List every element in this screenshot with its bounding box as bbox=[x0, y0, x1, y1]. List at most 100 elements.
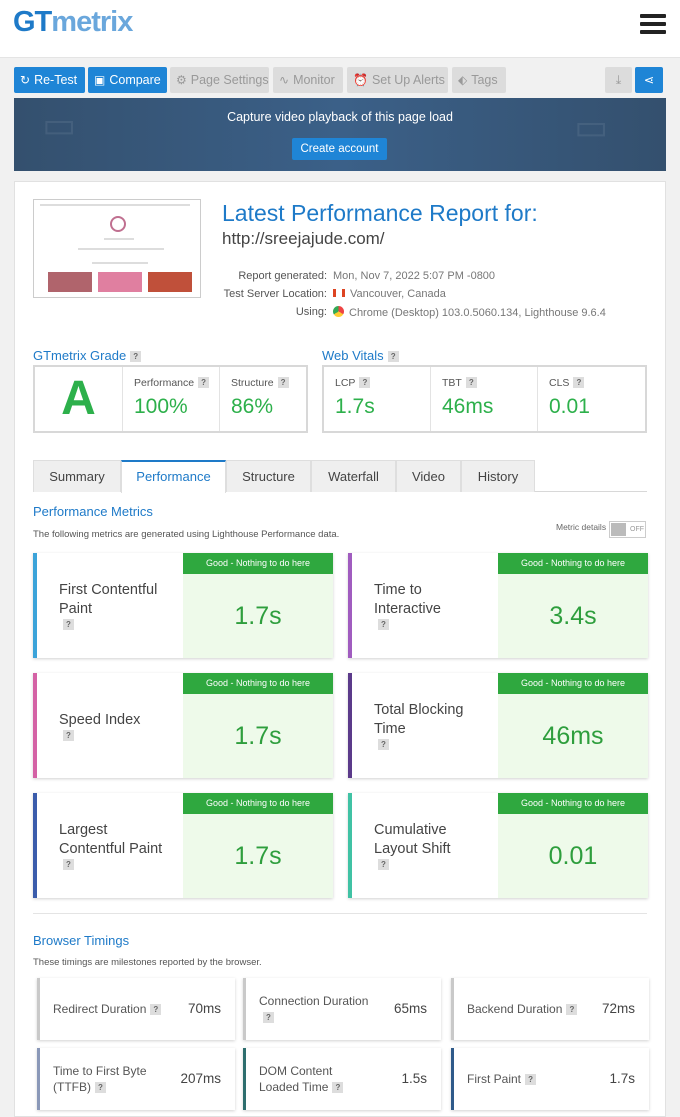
server-location-label: Test Server Location: bbox=[223, 288, 327, 300]
logo-metrix: metrix bbox=[51, 6, 133, 38]
browser-timings-heading: Browser Timings bbox=[33, 933, 130, 948]
help-icon[interactable]: ? bbox=[332, 1082, 344, 1093]
set-up-alerts-button[interactable]: ⏰ Set Up Alerts bbox=[347, 67, 448, 93]
timing-card: Backend Duration? 72ms bbox=[451, 978, 649, 1040]
timing-name: Backend Duration? bbox=[467, 978, 585, 1040]
structure-value: 86% bbox=[231, 395, 274, 418]
help-icon[interactable]: ? bbox=[198, 377, 210, 388]
timing-card: Connection Duration? 65ms bbox=[243, 978, 441, 1040]
metric-name: Cumulative Layout Shift? bbox=[374, 822, 451, 870]
tags-button[interactable]: ⬖ Tags bbox=[452, 67, 506, 93]
timing-value: 70ms bbox=[187, 1001, 221, 1016]
help-icon[interactable]: ? bbox=[387, 351, 399, 362]
status-badge: Good - Nothing to do here bbox=[183, 793, 333, 814]
metric-card: First Contentful Paint? Good - Nothing to … bbox=[33, 553, 333, 658]
using-value: Chrome (Desktop) 103.0.5060.134, Lightho… bbox=[349, 307, 606, 319]
monitor-button[interactable]: ∿ Monitor bbox=[273, 67, 343, 93]
help-icon[interactable]: ? bbox=[359, 377, 371, 388]
performance-value: 100% bbox=[134, 395, 188, 418]
metric-color-bar bbox=[348, 793, 352, 898]
timing-value: 1.7s bbox=[609, 1071, 635, 1086]
retest-button[interactable]: ↻ Re-Test bbox=[14, 67, 85, 93]
metric-value-box: Good - Nothing to do here 46ms bbox=[498, 673, 648, 778]
performance-score: Performance? 100% bbox=[123, 367, 220, 431]
metric-card: Cumulative Layout Shift? Good - Nothing to… bbox=[348, 793, 648, 898]
timing-value: 65ms bbox=[393, 1001, 427, 1016]
timing-color-bar bbox=[37, 978, 40, 1040]
logo-gt: GT bbox=[13, 6, 52, 38]
top-header: GTmetrix bbox=[0, 0, 680, 58]
help-icon[interactable]: ? bbox=[63, 619, 74, 630]
metric-value-box: Good - Nothing to do here 3.4s bbox=[498, 553, 648, 658]
gtmetrix-grade-heading: GTmetrix Grade? bbox=[33, 348, 142, 363]
timing-name: Time to First Byte (TTFB)? bbox=[53, 1064, 147, 1094]
server-location-value: Vancouver, Canada bbox=[350, 288, 446, 300]
tag-icon: ⬖ bbox=[458, 73, 468, 87]
help-icon[interactable]: ? bbox=[378, 739, 389, 750]
refresh-icon: ↻ bbox=[20, 73, 31, 87]
metric-value: 1.7s bbox=[234, 842, 282, 870]
help-icon[interactable]: ? bbox=[566, 1004, 578, 1015]
help-icon[interactable]: ? bbox=[63, 729, 74, 741]
lcp-vital: LCP? 1.7s bbox=[324, 367, 431, 431]
metric-color-bar bbox=[33, 793, 37, 898]
timing-name: DOM Content Loaded Time? bbox=[259, 1048, 377, 1110]
banner-text: Capture video playback of this page load bbox=[227, 110, 453, 124]
gtmetrix-logo[interactable]: GTmetrix bbox=[13, 6, 133, 39]
metric-color-bar bbox=[33, 673, 37, 778]
help-icon[interactable]: ? bbox=[63, 859, 74, 870]
timing-value: 1.5s bbox=[401, 1071, 427, 1086]
timing-color-bar bbox=[451, 1048, 454, 1110]
tbt-vital: TBT? 46ms bbox=[431, 367, 538, 431]
help-icon[interactable]: ? bbox=[263, 1012, 274, 1023]
metric-value: 3.4s bbox=[549, 602, 597, 630]
tab-summary[interactable]: Summary bbox=[33, 460, 121, 492]
help-icon[interactable]: ? bbox=[525, 1074, 537, 1085]
web-vitals-heading: Web Vitals? bbox=[322, 348, 399, 363]
page-settings-button[interactable]: ⚙ Page Settings bbox=[170, 67, 269, 93]
share-button[interactable]: ⋖ bbox=[635, 67, 663, 93]
metric-value: 1.7s bbox=[234, 602, 282, 630]
tab-video[interactable]: Video bbox=[396, 460, 461, 492]
help-icon[interactable]: ? bbox=[95, 1082, 106, 1093]
pdf-download-button[interactable]: ⤓ bbox=[605, 67, 632, 93]
metric-card: Time to Interactive? Good - Nothing to do … bbox=[348, 553, 648, 658]
compare-button[interactable]: ▣ Compare bbox=[88, 67, 167, 93]
tab-structure[interactable]: Structure bbox=[226, 460, 311, 492]
section-divider bbox=[33, 913, 647, 914]
tab-performance[interactable]: Performance bbox=[121, 460, 226, 493]
chrome-icon bbox=[333, 306, 344, 317]
status-badge: Good - Nothing to do here bbox=[183, 553, 333, 574]
timing-name: Connection Duration? bbox=[259, 994, 369, 1023]
help-icon[interactable]: ? bbox=[277, 377, 289, 388]
metric-name: Speed Index? bbox=[59, 711, 141, 741]
help-icon[interactable]: ? bbox=[150, 1004, 162, 1015]
timing-color-bar bbox=[451, 978, 454, 1040]
metric-card: Total Blocking Time? Good - Nothing to do … bbox=[348, 673, 648, 778]
timing-color-bar bbox=[243, 1048, 246, 1110]
report-tabs: Summary Performance Structure Waterfall … bbox=[33, 460, 647, 493]
hamburger-menu-icon[interactable] bbox=[640, 14, 666, 36]
metric-card: Speed Index? Good - Nothing to do here 1.7… bbox=[33, 673, 333, 778]
tab-waterfall[interactable]: Waterfall bbox=[311, 460, 396, 492]
timing-card: Redirect Duration? 70ms bbox=[37, 978, 235, 1040]
structure-score: Structure? 86% bbox=[220, 367, 306, 431]
metric-name: Total Blocking Time? bbox=[374, 702, 464, 750]
performance-metrics-subtitle: The following metrics are generated usin… bbox=[33, 529, 340, 540]
timing-card: First Paint? 1.7s bbox=[451, 1048, 649, 1110]
metric-value-box: Good - Nothing to do here 1.7s bbox=[183, 793, 333, 898]
page-screenshot-thumbnail[interactable] bbox=[33, 199, 201, 298]
timing-name: Redirect Duration? bbox=[53, 978, 171, 1040]
timing-card: DOM Content Loaded Time? 1.5s bbox=[243, 1048, 441, 1110]
tab-history[interactable]: History bbox=[461, 460, 535, 492]
report-url[interactable]: http://sreejajude.com/ bbox=[222, 229, 385, 249]
report-generated-label: Report generated: bbox=[238, 270, 327, 282]
metric-details-toggle[interactable]: OFF bbox=[609, 521, 646, 538]
cls-value: 0.01 bbox=[549, 395, 590, 418]
create-account-button[interactable]: Create account bbox=[292, 138, 387, 160]
help-icon[interactable]: ? bbox=[378, 859, 389, 870]
help-icon[interactable]: ? bbox=[573, 377, 585, 388]
help-icon[interactable]: ? bbox=[378, 619, 389, 630]
help-icon[interactable]: ? bbox=[465, 377, 477, 388]
help-icon[interactable]: ? bbox=[130, 351, 142, 362]
